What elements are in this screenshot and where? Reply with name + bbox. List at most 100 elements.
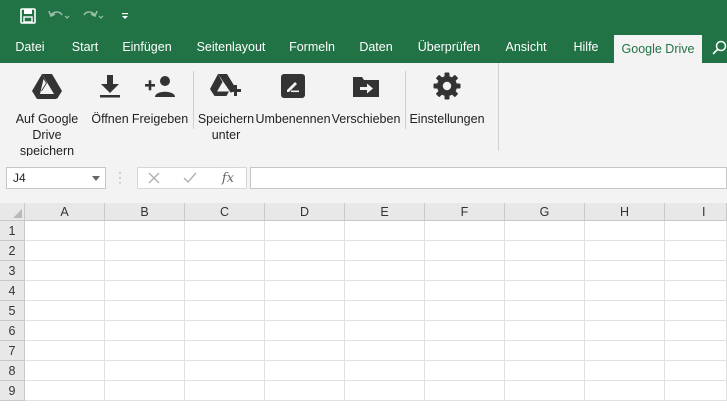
cell[interactable] [25, 281, 105, 301]
name-box[interactable]: J4 [6, 167, 106, 189]
chevron-down-icon[interactable] [92, 176, 100, 181]
cell[interactable] [665, 361, 727, 381]
column-header[interactable]: C [185, 203, 265, 221]
cell[interactable] [425, 261, 505, 281]
cell[interactable] [425, 361, 505, 381]
save-as-button[interactable]: Speichern unter [196, 71, 256, 143]
row-header[interactable]: 3 [0, 261, 25, 281]
redo-icon[interactable] [82, 6, 104, 26]
tab-google-drive[interactable]: Google Drive [614, 35, 702, 63]
cell[interactable] [665, 261, 727, 281]
cell[interactable] [105, 241, 185, 261]
row-header[interactable]: 8 [0, 361, 25, 381]
tab-hilfe[interactable]: Hilfe [567, 32, 605, 63]
cell[interactable] [665, 221, 727, 241]
rename-button[interactable]: Umbenennen [255, 71, 331, 127]
column-header[interactable]: F [425, 203, 505, 221]
settings-button[interactable]: Einstellungen [408, 71, 486, 127]
cell[interactable] [505, 261, 585, 281]
cell[interactable] [25, 321, 105, 341]
cell[interactable] [25, 361, 105, 381]
cell[interactable] [185, 221, 265, 241]
cell[interactable] [425, 281, 505, 301]
column-header[interactable]: I [665, 203, 727, 221]
cell[interactable] [185, 361, 265, 381]
cell[interactable] [585, 241, 665, 261]
row-header[interactable]: 4 [0, 281, 25, 301]
cell[interactable] [585, 321, 665, 341]
cell[interactable] [425, 241, 505, 261]
cell[interactable] [105, 301, 185, 321]
cell[interactable] [25, 301, 105, 321]
cell[interactable] [425, 381, 505, 401]
cell[interactable] [425, 321, 505, 341]
cell[interactable] [105, 281, 185, 301]
undo-icon[interactable] [48, 6, 70, 26]
cell[interactable] [345, 361, 425, 381]
cell[interactable] [265, 281, 345, 301]
cell[interactable] [505, 221, 585, 241]
cell[interactable] [665, 341, 727, 361]
cell[interactable] [585, 281, 665, 301]
cell[interactable] [345, 221, 425, 241]
cell[interactable] [105, 321, 185, 341]
cell[interactable] [25, 241, 105, 261]
cell[interactable] [345, 381, 425, 401]
cell[interactable] [505, 281, 585, 301]
cell[interactable] [265, 221, 345, 241]
search-icon[interactable] [711, 40, 727, 56]
cell[interactable] [585, 221, 665, 241]
cell[interactable] [345, 261, 425, 281]
formula-bar-resize-handle[interactable]: · · · [118, 166, 122, 188]
cell[interactable] [265, 341, 345, 361]
formula-input[interactable] [250, 167, 727, 189]
tab-einfuegen[interactable]: Einfügen [118, 32, 176, 63]
cell[interactable] [265, 301, 345, 321]
share-button[interactable]: Freigeben [132, 71, 188, 127]
insert-function-button[interactable]: fx [216, 169, 240, 187]
cell[interactable] [265, 321, 345, 341]
column-header[interactable]: A [25, 203, 105, 221]
tab-start[interactable]: Start [64, 32, 106, 63]
open-button[interactable]: Öffnen [88, 71, 132, 127]
customize-quick-access-icon[interactable] [118, 6, 132, 26]
cell[interactable] [25, 261, 105, 281]
tab-ueberpruefen[interactable]: Überprüfen [414, 32, 484, 63]
cell[interactable] [665, 241, 727, 261]
cell[interactable] [105, 261, 185, 281]
cell[interactable] [185, 341, 265, 361]
cell[interactable] [185, 301, 265, 321]
cell[interactable] [265, 361, 345, 381]
cell[interactable] [425, 341, 505, 361]
cell[interactable] [345, 281, 425, 301]
column-header[interactable]: D [265, 203, 345, 221]
cell[interactable] [105, 361, 185, 381]
cell[interactable] [265, 381, 345, 401]
cell[interactable] [665, 381, 727, 401]
tab-daten[interactable]: Daten [355, 32, 397, 63]
cancel-icon[interactable] [142, 169, 166, 187]
tab-ansicht[interactable]: Ansicht [500, 32, 552, 63]
select-all-button[interactable] [0, 203, 25, 221]
cell[interactable] [505, 301, 585, 321]
row-header[interactable]: 2 [0, 241, 25, 261]
cell[interactable] [425, 221, 505, 241]
tab-datei[interactable]: Datei [10, 32, 50, 63]
cell[interactable] [265, 241, 345, 261]
column-header[interactable]: H [585, 203, 665, 221]
tab-formeln[interactable]: Formeln [285, 32, 339, 63]
cell[interactable] [345, 341, 425, 361]
column-header[interactable]: G [505, 203, 585, 221]
cell[interactable] [665, 281, 727, 301]
cell[interactable] [345, 301, 425, 321]
cell[interactable] [25, 221, 105, 241]
check-icon[interactable] [178, 169, 202, 187]
save-to-google-drive-button[interactable]: Auf Google Drive speichern [6, 71, 88, 159]
tab-seitenlayout[interactable]: Seitenlayout [194, 32, 268, 63]
cell[interactable] [105, 381, 185, 401]
move-button[interactable]: Verschieben [332, 71, 400, 127]
cell[interactable] [665, 301, 727, 321]
save-icon[interactable] [18, 6, 38, 26]
row-header[interactable]: 7 [0, 341, 25, 361]
cell[interactable] [585, 361, 665, 381]
